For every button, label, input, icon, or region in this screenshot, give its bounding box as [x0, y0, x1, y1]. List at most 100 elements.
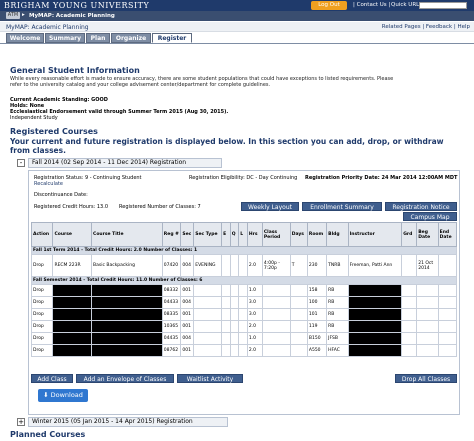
l-cell: [238, 284, 248, 297]
course-link[interactable]: RECM 223R: [52, 254, 93, 277]
column-header: Hrs: [246, 222, 263, 247]
section-type: [193, 332, 223, 345]
grade: [401, 320, 418, 333]
column-header: Grd: [401, 222, 418, 247]
tab-register[interactable]: Register: [152, 33, 192, 43]
enrollment-summary-button[interactable]: Enrollment Summary: [302, 202, 382, 211]
tab-divider: [0, 43, 474, 44]
breadcrumb-current[interactable]: MyMAP: Academic Planning: [29, 13, 115, 19]
download-button[interactable]: ⬇ Download: [38, 389, 88, 402]
building: HFAC: [326, 344, 349, 357]
section: 001: [180, 284, 195, 297]
grade: [401, 308, 418, 321]
e-cell: [221, 320, 231, 333]
section-type: [193, 308, 223, 321]
class-period: [261, 308, 291, 321]
end-date: [437, 308, 458, 321]
days: [289, 320, 308, 333]
add-class-button[interactable]: Add Class: [31, 374, 73, 383]
registration-notice-button[interactable]: Registration Notice: [385, 202, 457, 211]
fall-2014-section-header[interactable]: - Fall 2014 (02 Sep 2014 - 11 Dec 2014) …: [17, 158, 222, 168]
begin-date: [416, 332, 439, 345]
waitlist-activity-button[interactable]: Waitlist Activity: [177, 374, 243, 383]
l-cell: [238, 332, 248, 345]
drop-link[interactable]: Drop: [30, 296, 54, 309]
collapse-icon[interactable]: -: [17, 159, 25, 167]
recalculate-link[interactable]: Recalculate: [34, 181, 63, 187]
column-header: End Date: [437, 222, 458, 247]
reg-number: 04435: [161, 332, 182, 345]
weekly-layout-button[interactable]: Weekly Layout: [241, 202, 299, 211]
redacted-instructor: [347, 296, 403, 309]
winter-2015-section-header[interactable]: + Winter 2015 (05 Jan 2015 - 14 Apr 2015…: [17, 417, 228, 427]
column-header: Course Title: [91, 222, 163, 247]
registered-number-of-classes: Registered Number of Classes: 7: [119, 204, 201, 210]
end-date: [437, 332, 458, 345]
campus-map-button[interactable]: Campus Map: [403, 212, 457, 221]
drop-link[interactable]: Drop: [30, 284, 54, 297]
quick-url-label: Quick URL: [391, 2, 420, 8]
registered-courses-subtitle: Your current and future registration is …: [10, 137, 444, 155]
q-cell: [229, 284, 240, 297]
download-label: Download: [50, 391, 83, 399]
logout-button[interactable]: Log Out: [311, 1, 347, 10]
redacted-instructor: [347, 344, 403, 357]
class-period: [261, 332, 291, 345]
column-header: Sec Type: [193, 222, 223, 247]
table-row: Drop 08332 001 1.0 158 RB: [30, 284, 458, 297]
page-title: MyMAP: Academic Planning: [6, 23, 89, 31]
university-logo: BRIGHAM YOUNG UNIVERSITY: [4, 1, 150, 10]
quick-url-input[interactable]: [419, 2, 467, 9]
tab-organize[interactable]: Organize: [111, 33, 151, 43]
drop-link[interactable]: Drop: [30, 332, 54, 345]
redacted-instructor: [347, 284, 403, 297]
l-cell: [238, 254, 248, 277]
tab-welcome[interactable]: Welcome: [6, 33, 44, 43]
redacted-title: [91, 344, 163, 357]
section: 004: [180, 254, 195, 277]
drop-link[interactable]: Drop: [30, 344, 54, 357]
reg-number: 07420: [161, 254, 182, 277]
registration-priority-date: Registration Priority Date: 24 Mar 2014 …: [305, 175, 458, 181]
contact-us-link[interactable]: | Contact Us |: [353, 2, 390, 8]
q-cell: [229, 320, 240, 333]
hours: 1.0: [246, 332, 263, 345]
drop-link[interactable]: Drop: [30, 308, 54, 321]
table-row: Drop 08762 001 2.0 A550 HFAC: [30, 344, 458, 357]
e-cell: [221, 344, 231, 357]
term-group-label: Fall Semester 2014 - Total Credit Hours:…: [31, 276, 457, 285]
begin-date: [416, 344, 439, 357]
atm-icon[interactable]: ATM: [6, 12, 20, 19]
class-period: [261, 296, 291, 309]
end-date: [437, 284, 458, 297]
table-row: Drop 04435 004 1.0 B150 JFSB: [30, 332, 458, 345]
chevron-right-icon: ▸: [22, 12, 25, 18]
q-cell: [229, 308, 240, 321]
days: [289, 284, 308, 297]
room: 101: [306, 308, 328, 321]
registered-credit-hours: Registered Credit Hours: 13.0: [34, 204, 108, 210]
drop-all-classes-button[interactable]: Drop All Classes: [395, 374, 457, 383]
add-envelope-button[interactable]: Add an Envelope of Classes: [76, 374, 174, 383]
tab-summary[interactable]: Summary: [45, 33, 85, 43]
page-title-bar: MyMAP: Academic Planning Related Pages |…: [0, 22, 474, 32]
fall-2014-section-title: Fall 2014 (02 Sep 2014 - 11 Dec 2014) Re…: [32, 159, 187, 166]
column-header: Bldg: [326, 222, 349, 247]
grade: [401, 284, 418, 297]
grade: [401, 344, 418, 357]
redacted-instructor: [347, 308, 403, 321]
class-period: [261, 344, 291, 357]
winter-2015-section-title: Winter 2015 (05 Jan 2015 - 14 Apr 2015) …: [32, 418, 193, 425]
tab-plan[interactable]: Plan: [86, 33, 110, 43]
independent-study-link[interactable]: Independent Study: [10, 115, 58, 121]
expand-icon[interactable]: +: [17, 418, 25, 426]
room: 119: [306, 320, 328, 333]
drop-link[interactable]: Drop: [30, 320, 54, 333]
column-header: Course: [52, 222, 93, 247]
drop-link[interactable]: Drop: [30, 254, 54, 277]
building: RB: [326, 296, 349, 309]
table-header-row: Action Course Course Title Reg # Sec Sec…: [30, 222, 458, 247]
redacted-course: [52, 320, 93, 333]
related-links[interactable]: Related Pages | Feedback | Help: [382, 24, 470, 30]
redacted-course: [52, 296, 93, 309]
